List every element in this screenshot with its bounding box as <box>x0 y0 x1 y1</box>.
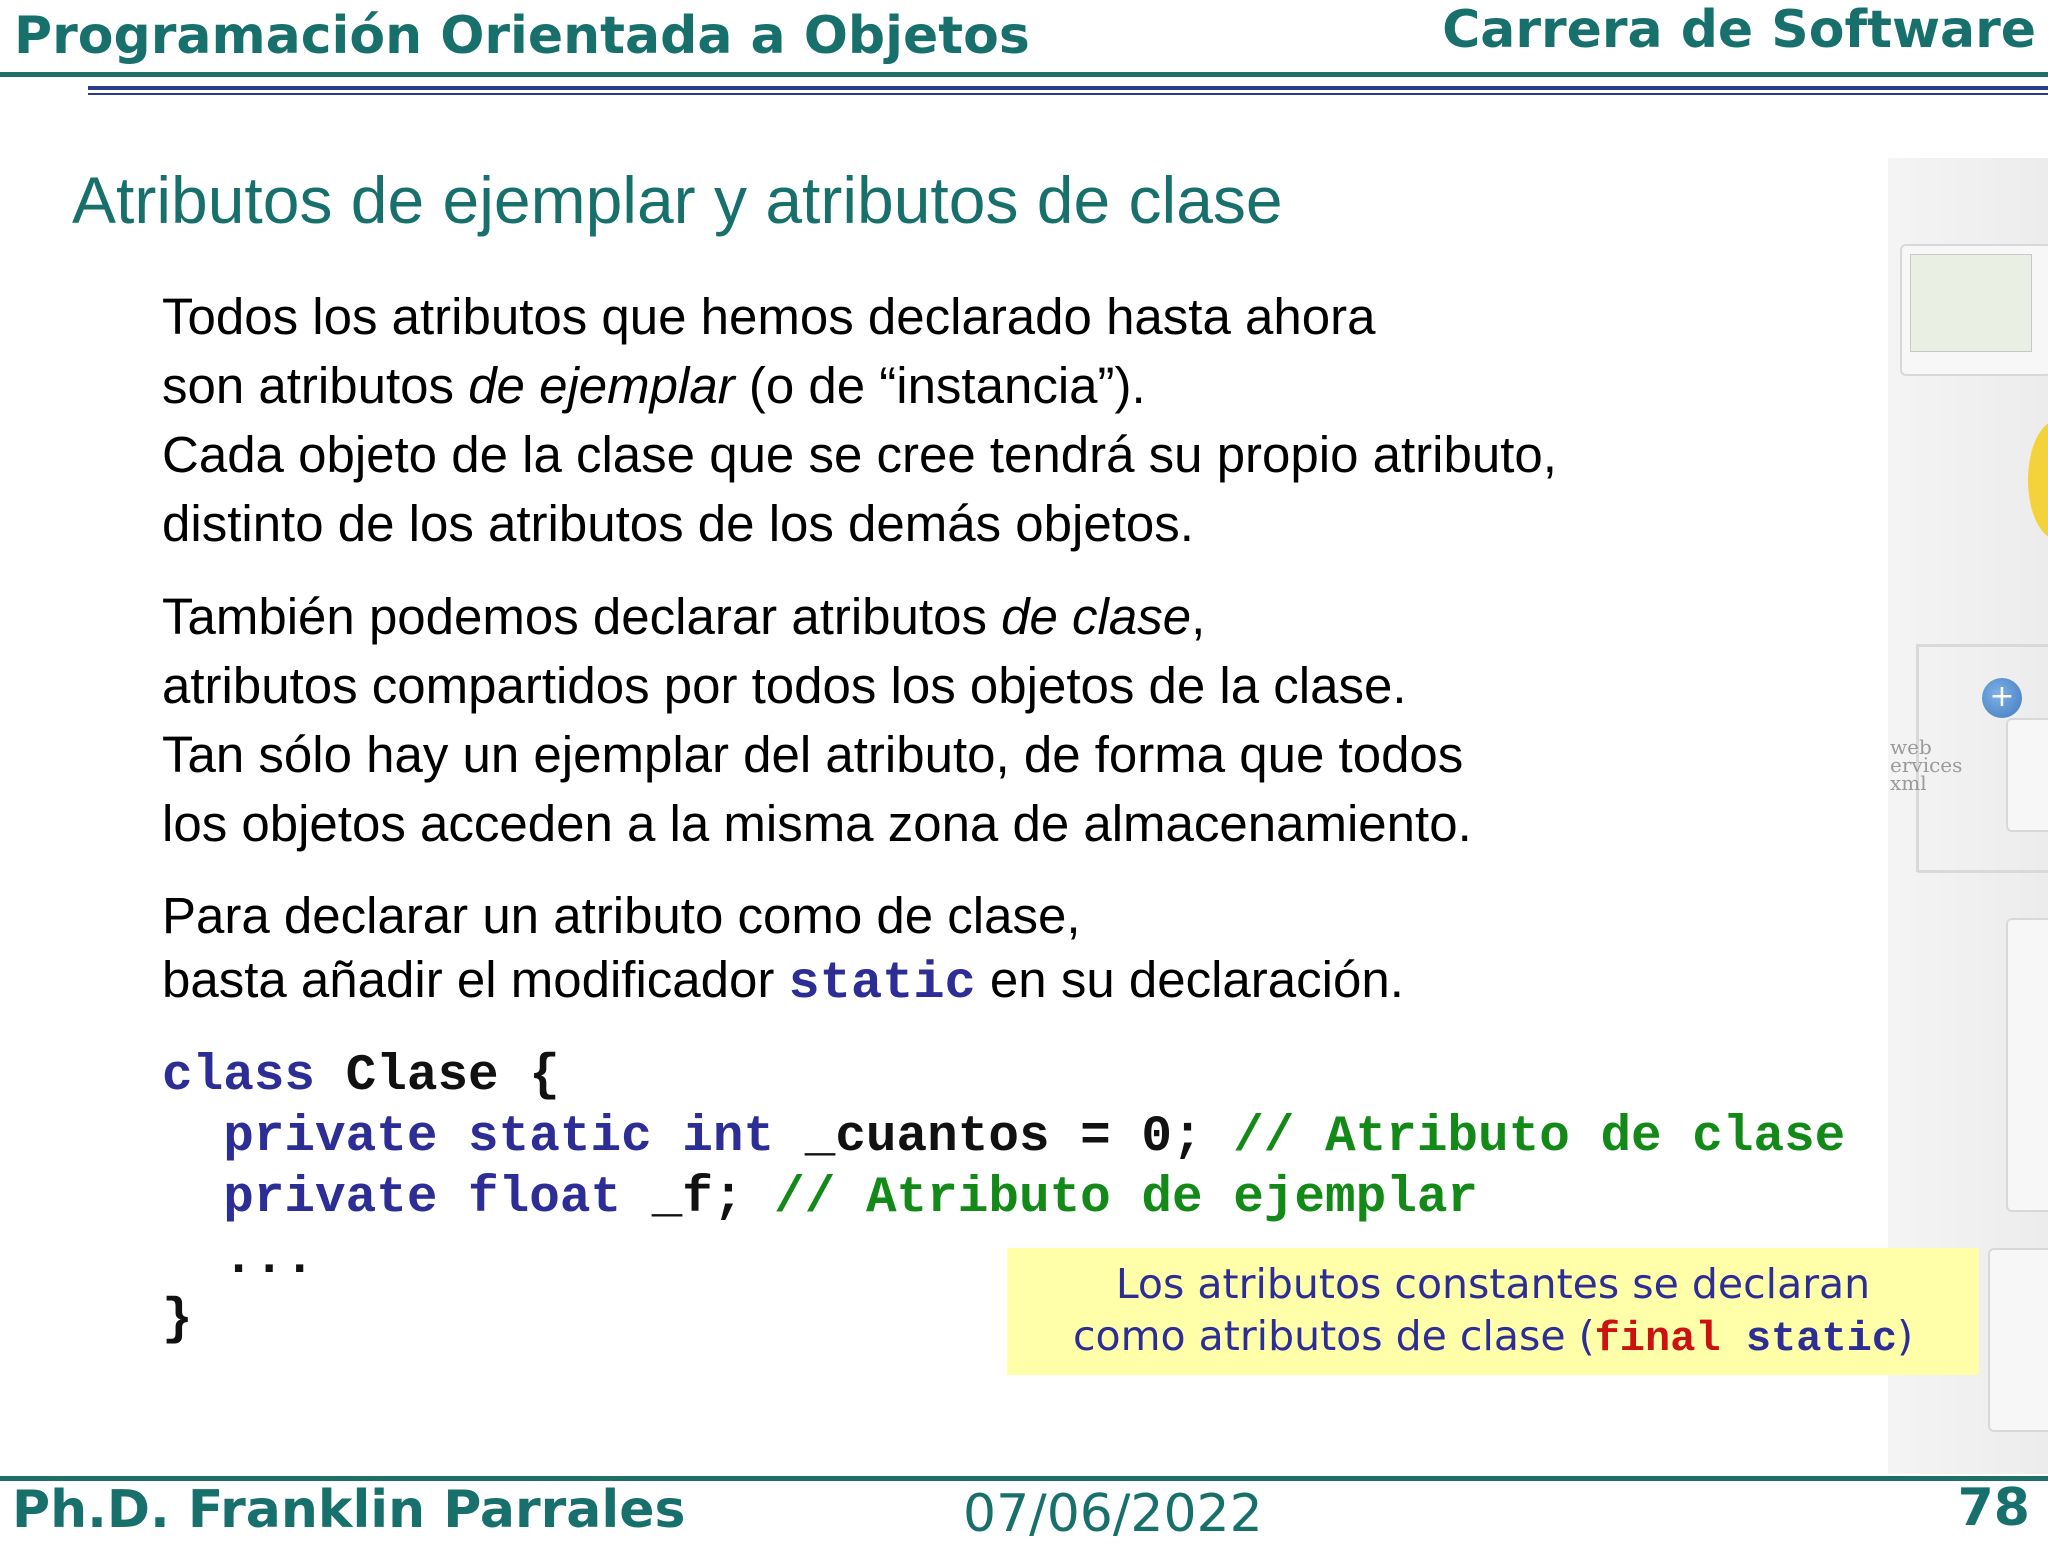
paragraph-class-attributes: También podemos declarar atributos de cl… <box>162 588 1472 852</box>
monitor-image <box>1900 244 2048 376</box>
paragraph-instance-attributes: Todos los atributos que hemos declarado … <box>162 288 1557 552</box>
program-title: Carrera de Software <box>1442 0 2036 60</box>
server-tower-image <box>2006 918 2048 1212</box>
header-divider <box>0 72 2048 77</box>
header-accent-line-thin <box>88 93 2048 95</box>
page-number: 78 <box>1957 1478 2030 1538</box>
slide-title: Atributos de ejemplar y atributos de cla… <box>72 163 1283 237</box>
constant-attributes-note: Los atributos constantes se declaran com… <box>1007 1248 1979 1375</box>
static-keyword-note: static <box>1720 1315 1898 1363</box>
course-title: Programación Orientada a Objetos <box>14 6 1030 66</box>
web-services-label: web ervices xml <box>1890 735 1963 795</box>
decorative-disc <box>2028 420 2048 540</box>
date: 07/06/2022 <box>963 1484 1263 1544</box>
code-comment: // Atributo de clase <box>1233 1109 1846 1166</box>
code-comment: // Atributo de ejemplar <box>774 1170 1479 1227</box>
author: Ph.D. Franklin Parrales <box>12 1480 686 1540</box>
header-accent-line <box>88 86 2048 90</box>
final-keyword: final <box>1594 1315 1721 1363</box>
monitor-image-bottom <box>1988 1248 2048 1432</box>
plus-icon: + <box>1982 678 2022 718</box>
server-image <box>2006 718 2048 832</box>
paragraph-static-modifier: Para declarar un atributo como de clase,… <box>162 887 1404 1013</box>
static-keyword: static <box>788 954 976 1013</box>
